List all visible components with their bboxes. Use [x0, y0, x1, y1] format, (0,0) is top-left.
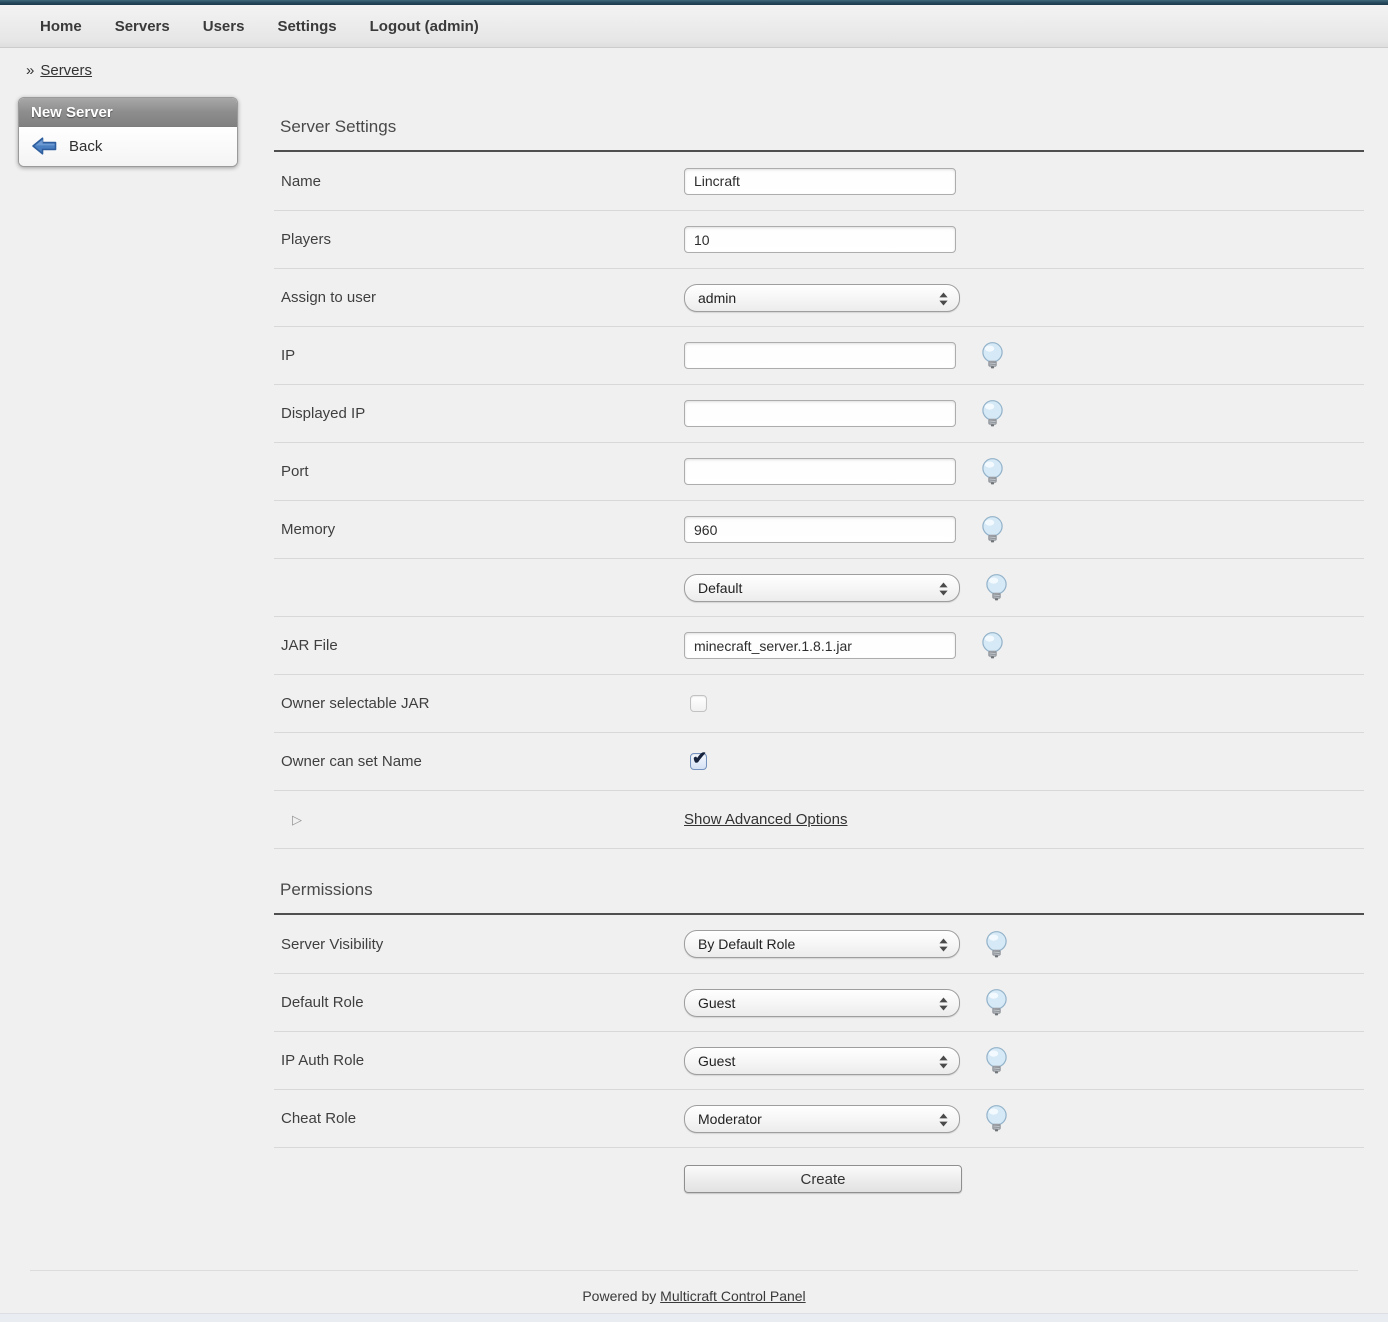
form-row-name: Name [274, 152, 1364, 210]
sidebar-panel: New Server Back [18, 97, 238, 167]
main-content: Server Settings Name Players Assign to use… [274, 117, 1364, 1223]
create-button[interactable]: Create [684, 1165, 962, 1193]
nav-item-servers[interactable]: Servers [115, 18, 170, 35]
form-row-default-option: Default [274, 558, 1364, 616]
hint-lightbulb-icon[interactable] [985, 931, 1008, 958]
form-row-memory: Memory [274, 500, 1364, 558]
hint-lightbulb-icon[interactable] [981, 342, 1004, 369]
field-label-displayed-ip: Displayed IP [274, 405, 684, 422]
server-visibility-select[interactable]: By Default Role [684, 930, 960, 958]
select-stepper-icon [939, 997, 948, 1016]
hint-lightbulb-icon[interactable] [981, 632, 1004, 659]
form-row-port: Port [274, 442, 1364, 500]
field-label-owner-selectable-jar: Owner selectable JAR [274, 695, 684, 712]
form-row-owner-selectable-jar: Owner selectable JAR [274, 674, 1364, 732]
nav-item-home[interactable]: Home [40, 18, 82, 35]
back-button[interactable]: Back [31, 136, 227, 156]
form-row-assign-to-user: Assign to useradmin [274, 268, 1364, 326]
field-label-assign-to-user: Assign to user [274, 289, 684, 306]
field-label-jar-file: JAR File [274, 637, 684, 654]
field-label-name: Name [274, 173, 684, 190]
section-title-server-settings: Server Settings [280, 117, 1364, 137]
form-row-owner-can-set-name: Owner can set Name [274, 732, 1364, 790]
select-stepper-icon [939, 938, 948, 957]
players-input[interactable] [684, 226, 956, 253]
select-stepper-icon [939, 292, 948, 311]
default-role-select[interactable]: Guest [684, 989, 960, 1017]
hint-lightbulb-icon[interactable] [985, 574, 1008, 601]
field-label-ip-auth-role: IP Auth Role [274, 1052, 684, 1069]
assign-to-user-select[interactable]: admin [684, 284, 960, 312]
section-server-settings: Server Settings Name Players Assign to use… [274, 117, 1364, 849]
port-input[interactable] [684, 458, 956, 485]
default-option-select[interactable]: Default [684, 574, 960, 602]
form-row-ip: IP [274, 326, 1364, 384]
main-navigation: Home Servers Users Settings Logout (admin) [0, 5, 1388, 48]
hint-lightbulb-icon[interactable] [981, 516, 1004, 543]
owner-can-set-name-checkbox[interactable] [690, 753, 707, 770]
form-row-server-visibility: Server VisibilityBy Default Role [274, 915, 1364, 973]
footer: Powered by Multicraft Control Panel [0, 1288, 1388, 1304]
field-label-default-role: Default Role [274, 994, 684, 1011]
assign-to-user-selected-value: admin [685, 290, 736, 306]
field-label-cheat-role: Cheat Role [274, 1110, 684, 1127]
form-row-displayed-ip: Displayed IP [274, 384, 1364, 442]
name-input[interactable] [684, 168, 956, 195]
nav-item-settings[interactable]: Settings [277, 18, 336, 35]
form-row-advanced-options: ▷ Show Advanced Options [274, 790, 1364, 848]
nav-item-users[interactable]: Users [203, 18, 245, 35]
sidebar-title: New Server [19, 98, 237, 127]
ip-input[interactable] [684, 342, 956, 369]
footer-divider [30, 1270, 1358, 1271]
memory-input[interactable] [684, 516, 956, 543]
breadcrumb-symbol: » [26, 62, 34, 79]
field-label-port: Port [274, 463, 684, 480]
form-row-ip-auth-role: IP Auth RoleGuest [274, 1031, 1364, 1089]
breadcrumb: » Servers [26, 62, 1388, 86]
field-label-players: Players [274, 231, 684, 248]
hint-lightbulb-icon[interactable] [985, 1047, 1008, 1074]
select-stepper-icon [939, 1055, 948, 1074]
form-row-default-role: Default RoleGuest [274, 973, 1364, 1031]
select-stepper-icon [939, 1113, 948, 1132]
cheat-role-selected-value: Moderator [685, 1111, 762, 1127]
ip-auth-role-select[interactable]: Guest [684, 1047, 960, 1075]
hint-lightbulb-icon[interactable] [981, 458, 1004, 485]
section-permissions: Permissions Server VisibilityBy Default … [274, 880, 1364, 1147]
displayed-ip-input[interactable] [684, 400, 956, 427]
server-visibility-selected-value: By Default Role [685, 936, 795, 952]
field-label-server-visibility: Server Visibility [274, 936, 684, 953]
hint-lightbulb-icon[interactable] [985, 1105, 1008, 1132]
field-label-memory: Memory [274, 521, 684, 538]
back-arrow-icon [31, 136, 58, 156]
expand-triangle-icon[interactable]: ▷ [292, 812, 302, 827]
create-button-row: Create [274, 1147, 1364, 1223]
advanced-options-link[interactable]: Show Advanced Options [684, 811, 847, 828]
form-row-players: Players [274, 210, 1364, 268]
footer-link-multicraft[interactable]: Multicraft Control Panel [660, 1288, 806, 1304]
nav-item-logout[interactable]: Logout (admin) [370, 18, 479, 35]
breadcrumb-link-servers[interactable]: Servers [40, 62, 92, 79]
hint-lightbulb-icon[interactable] [981, 400, 1004, 427]
ip-auth-role-selected-value: Guest [685, 1053, 735, 1069]
field-label-owner-can-set-name: Owner can set Name [274, 753, 684, 770]
footer-text: Powered by [582, 1288, 656, 1304]
back-label: Back [69, 138, 102, 155]
owner-selectable-jar-checkbox[interactable] [690, 695, 707, 712]
jar-file-input[interactable] [684, 632, 956, 659]
bottom-accent-strip [0, 1313, 1388, 1322]
field-label-advanced-options: ▷ [274, 811, 684, 828]
section-title-permissions: Permissions [280, 880, 1364, 900]
default-role-selected-value: Guest [685, 995, 735, 1011]
cheat-role-select[interactable]: Moderator [684, 1105, 960, 1133]
hint-lightbulb-icon[interactable] [985, 989, 1008, 1016]
default-option-selected-value: Default [685, 580, 742, 596]
select-stepper-icon [939, 582, 948, 601]
form-row-jar-file: JAR File [274, 616, 1364, 674]
form-row-cheat-role: Cheat RoleModerator [274, 1089, 1364, 1147]
field-label-ip: IP [274, 347, 684, 364]
